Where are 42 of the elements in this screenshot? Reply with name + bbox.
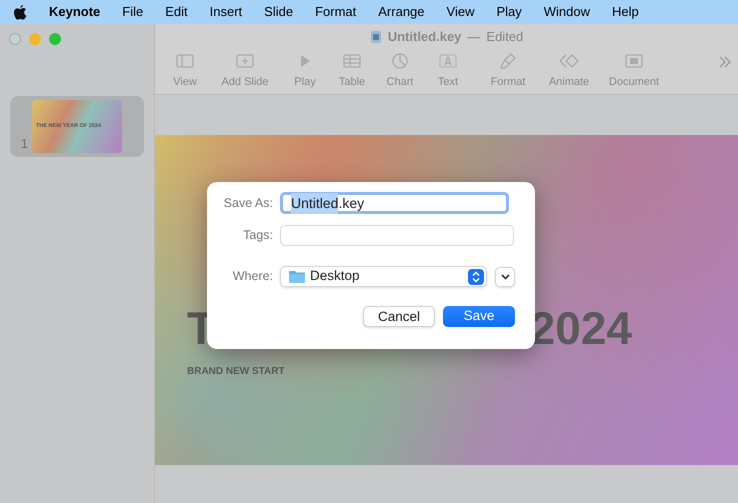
menu-item[interactable]: File bbox=[122, 2, 144, 22]
paintbrush-icon bbox=[498, 52, 518, 70]
menu-item[interactable]: Window bbox=[544, 2, 590, 22]
plus-icon bbox=[235, 52, 255, 70]
more-chevron-icon[interactable] bbox=[718, 56, 732, 68]
minimize-window-button[interactable] bbox=[29, 33, 41, 45]
sidebar-icon bbox=[175, 52, 195, 70]
apple-menu-icon[interactable] bbox=[14, 4, 27, 20]
pie-chart-icon bbox=[390, 52, 410, 70]
document-icon bbox=[624, 52, 644, 70]
title-separator: — bbox=[467, 28, 480, 46]
menu-item[interactable]: Play bbox=[496, 2, 522, 22]
document-icon bbox=[370, 30, 382, 44]
menu-item[interactable]: View bbox=[446, 2, 474, 22]
location-popup[interactable]: Desktop bbox=[280, 266, 487, 287]
folder-icon bbox=[289, 270, 305, 283]
menu-item[interactable]: Slide bbox=[264, 2, 294, 22]
expand-button[interactable] bbox=[495, 266, 515, 286]
diamond-icon bbox=[559, 52, 579, 70]
close-window-button[interactable] bbox=[9, 33, 21, 45]
field-label: Tags: bbox=[242, 227, 273, 244]
menu-item[interactable]: Edit bbox=[165, 2, 188, 22]
save-button[interactable]: Save bbox=[443, 306, 515, 327]
slide-subtitle: BRAND NEW START bbox=[186, 365, 286, 379]
slide-number: 1 bbox=[20, 134, 28, 152]
menu-item[interactable]: Help bbox=[612, 2, 639, 22]
zoom-window-button[interactable] bbox=[49, 33, 61, 45]
app-menu[interactable]: Keynote bbox=[49, 2, 100, 22]
stepper-icon bbox=[468, 268, 484, 284]
menu-item[interactable]: Insert bbox=[210, 2, 242, 22]
cancel-button[interactable]: Cancel bbox=[363, 306, 435, 327]
table-icon bbox=[342, 52, 362, 70]
menu-item[interactable]: Format bbox=[315, 2, 356, 22]
window-title: Untitled.key bbox=[388, 28, 462, 46]
chevron-down-icon bbox=[500, 274, 510, 280]
text-box-icon bbox=[438, 52, 458, 70]
menu-item[interactable]: Arrange bbox=[378, 2, 425, 22]
field-label: Save As: bbox=[222, 194, 273, 212]
field-label: Where: bbox=[232, 268, 273, 286]
save-as-field[interactable]: Untitled.key bbox=[280, 192, 509, 214]
document-status: Edited bbox=[486, 28, 524, 46]
tags-field[interactable] bbox=[280, 225, 514, 246]
